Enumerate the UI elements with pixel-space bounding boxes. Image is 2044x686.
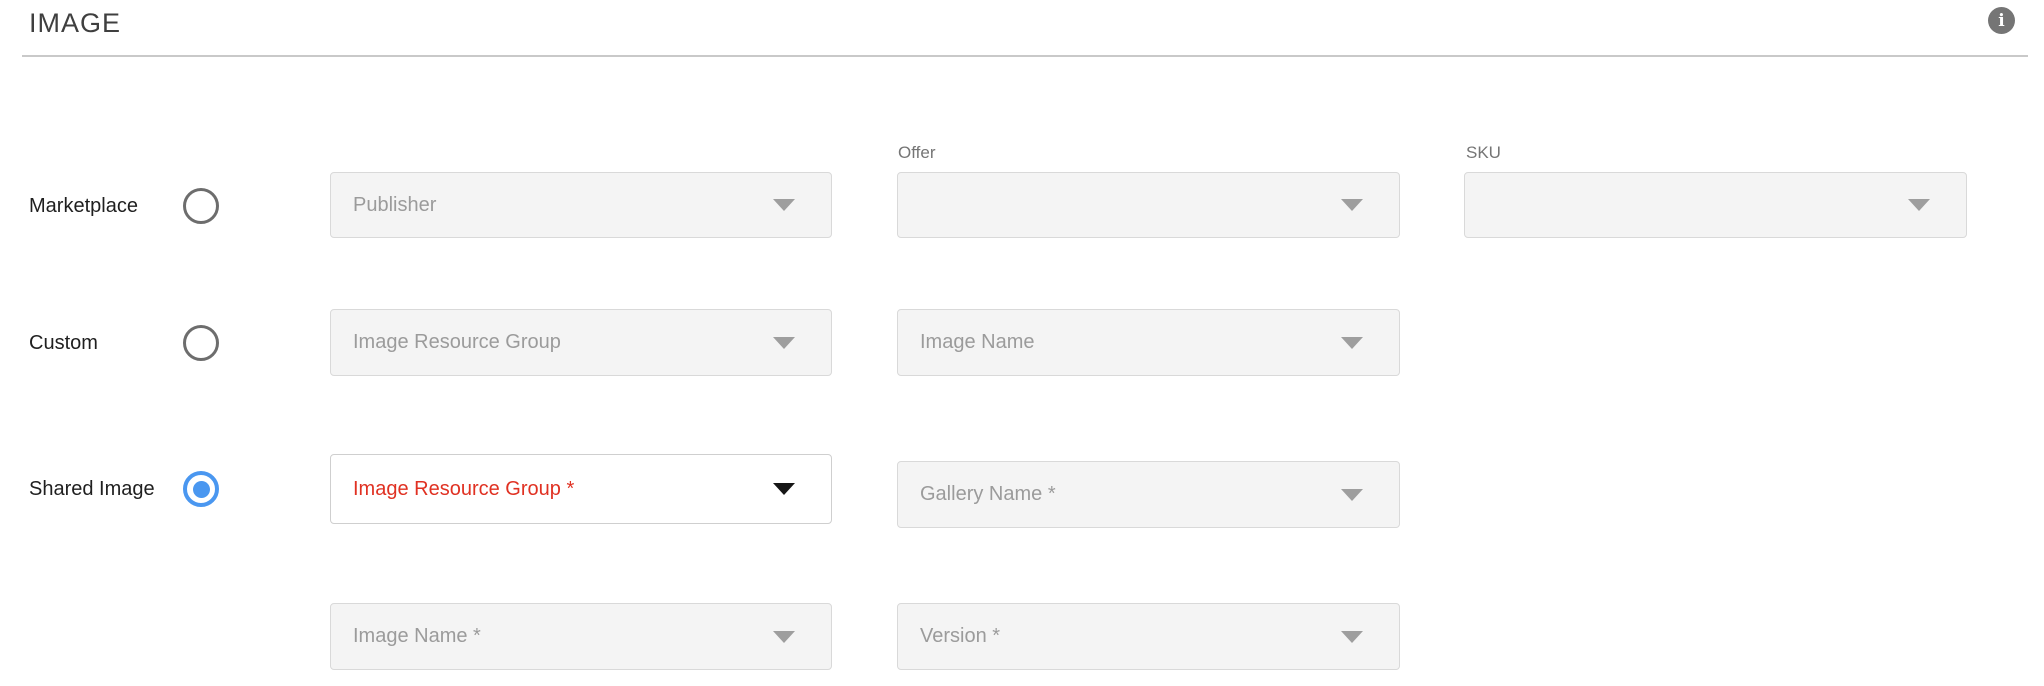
image-section: IMAGE i Marketplace Publisher Offer SKU … xyxy=(0,0,2044,686)
chevron-down-icon xyxy=(773,199,795,211)
chevron-down-icon xyxy=(773,483,795,495)
section-title: IMAGE xyxy=(29,8,121,39)
chevron-down-icon xyxy=(773,337,795,349)
chevron-down-icon xyxy=(1341,199,1363,211)
offer-field-label: Offer xyxy=(898,144,935,162)
custom-radio[interactable] xyxy=(183,325,219,361)
chevron-down-icon xyxy=(1341,631,1363,643)
custom-image-resource-group-placeholder: Image Resource Group xyxy=(353,331,561,354)
custom-image-name-placeholder: Image Name xyxy=(920,331,1035,354)
gallery-name-placeholder: Gallery Name * xyxy=(920,483,1056,506)
chevron-down-icon xyxy=(1341,489,1363,501)
offer-select[interactable] xyxy=(897,172,1400,238)
version-placeholder: Version * xyxy=(920,625,1000,648)
publisher-placeholder: Publisher xyxy=(353,194,436,217)
chevron-down-icon xyxy=(1908,199,1930,211)
shared-image-name-select[interactable]: Image Name * xyxy=(330,603,832,670)
shared-image-name-placeholder: Image Name * xyxy=(353,625,481,648)
publisher-select[interactable]: Publisher xyxy=(330,172,832,238)
sku-select[interactable] xyxy=(1464,172,1967,238)
version-select[interactable]: Version * xyxy=(897,603,1400,670)
info-icon[interactable]: i xyxy=(1988,7,2015,34)
radio-dot xyxy=(193,481,210,498)
custom-image-name-select[interactable]: Image Name xyxy=(897,309,1400,376)
gallery-name-select[interactable]: Gallery Name * xyxy=(897,461,1400,528)
chevron-down-icon xyxy=(773,631,795,643)
section-divider xyxy=(22,55,2028,57)
shared-image-radio[interactable] xyxy=(183,471,219,507)
shared-image-resource-group-select[interactable]: Image Resource Group * xyxy=(330,454,832,524)
info-icon-glyph: i xyxy=(1998,11,2004,31)
marketplace-radio-label: Marketplace xyxy=(29,196,138,216)
shared-image-resource-group-placeholder: Image Resource Group * xyxy=(353,478,574,501)
chevron-down-icon xyxy=(1341,337,1363,349)
sku-field-label: SKU xyxy=(1466,144,1501,162)
marketplace-radio[interactable] xyxy=(183,188,219,224)
custom-image-resource-group-select[interactable]: Image Resource Group xyxy=(330,309,832,376)
custom-radio-label: Custom xyxy=(29,333,98,353)
shared-image-radio-label: Shared Image xyxy=(29,479,155,499)
